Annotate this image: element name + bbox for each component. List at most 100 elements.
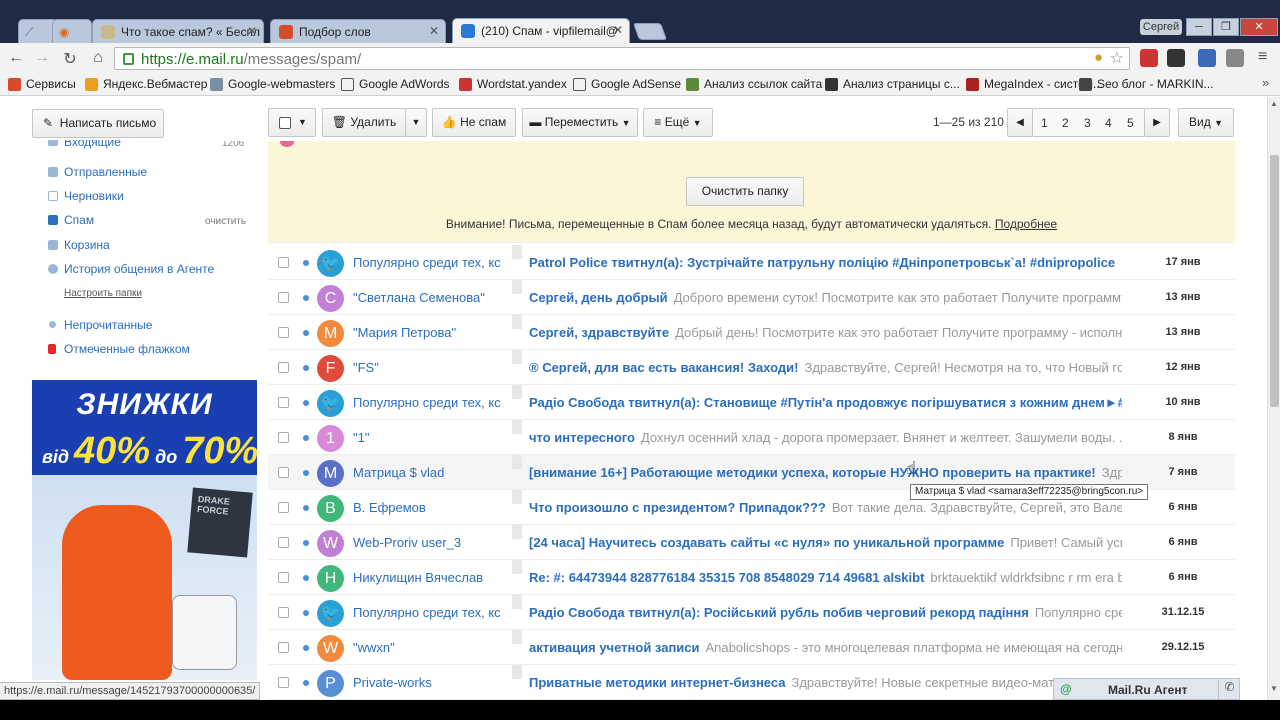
address-bar[interactable]: https://e.mail.ru/messages/spam/ ● ☆ [114, 47, 1130, 70]
unread-dot-icon[interactable] [303, 645, 309, 651]
message-subject[interactable]: Patrol Police твитнул(а): Зустрічайте па… [529, 255, 1122, 270]
new-tab-button[interactable] [632, 23, 668, 40]
back-icon[interactable]: ← [6, 49, 26, 67]
clear-spam-link[interactable]: очистить [205, 216, 246, 227]
sidebar-item-agent-history[interactable]: История общения в Агенте [48, 262, 214, 276]
message-checkbox[interactable] [278, 327, 289, 338]
unread-dot-icon[interactable] [303, 330, 309, 336]
message-row[interactable]: F "FS" ® Сергей, для вас есть вакансия! За… [268, 350, 1235, 385]
message-sender[interactable]: Популярно среди тех, кс [353, 395, 508, 410]
bookmark-yandex-webmaster[interactable]: Яндекс.Вебмастер [85, 77, 207, 91]
more-button[interactable]: ≡ Ещё ▼ [643, 108, 713, 137]
tab-mail-spam[interactable]: (210) Спам - vipfilemail@ ✕ [452, 18, 630, 43]
sidebar-item-drafts[interactable]: Черновики [48, 189, 124, 203]
flag-toggle[interactable] [512, 245, 522, 259]
flag-toggle[interactable] [512, 280, 522, 294]
minimize-button[interactable]: ─ [1186, 18, 1212, 36]
sidebar-item-inbox[interactable]: Входящие [48, 140, 121, 152]
settings-gear-icon[interactable] [1226, 49, 1244, 67]
page-scrollbar[interactable]: ▲ ▼ [1267, 97, 1280, 720]
message-sender[interactable]: Web-Proriv user_3 [353, 535, 508, 550]
more-bookmarks-icon[interactable]: » [1262, 75, 1269, 90]
page-2[interactable]: 2 [1062, 116, 1069, 130]
forward-icon[interactable]: → [32, 49, 52, 67]
bookmark-google-adsense[interactable]: Google AdSense [573, 77, 681, 91]
cookie-icon[interactable]: ● [1094, 49, 1103, 66]
phone-icon[interactable]: ✆ [1218, 680, 1240, 699]
extension-icon[interactable] [1198, 49, 1216, 67]
compose-button[interactable]: ✎ Написать письмо [32, 109, 164, 138]
flag-toggle[interactable] [512, 525, 522, 539]
extension-icon[interactable] [1140, 49, 1158, 67]
sidebar-item-trash[interactable]: Корзина [48, 238, 110, 252]
filter-unread[interactable]: Непрочитанные [48, 318, 152, 332]
not-spam-button[interactable]: 👍 Не спам [432, 108, 516, 137]
prev-page-button[interactable]: ◀ [1007, 108, 1033, 137]
menu-icon[interactable]: ≡ [1258, 48, 1267, 66]
message-subject[interactable]: [внимание 16+] Работающие методики успех… [529, 465, 1122, 480]
message-checkbox[interactable] [278, 362, 289, 373]
message-subject[interactable]: ® Сергей, для вас есть вакансия! Заходи!… [529, 360, 1122, 375]
message-subject[interactable]: Re: #: 64473944 828776184 35315 708 8548… [529, 570, 1122, 585]
message-subject[interactable]: Радіо Свобода твитнул(а): Становище #Пут… [529, 395, 1122, 410]
view-button[interactable]: Вид ▼ [1178, 108, 1234, 137]
unread-dot-icon[interactable] [303, 400, 309, 406]
tab-spam-article[interactable]: Что такое спам? « Беспл ✕ [92, 19, 264, 43]
message-subject[interactable]: что интересного Дохнул осенний хлад - дор… [529, 430, 1122, 445]
message-sender[interactable]: В. Ефремов [353, 500, 508, 515]
mail-agent-bar[interactable]: @ Mail.Ru Агент ✆ [1053, 678, 1240, 700]
message-checkbox[interactable] [278, 397, 289, 408]
message-row[interactable]: 🐦 Популярно среди тех, кс Patrol Police тв… [268, 245, 1235, 280]
bookmark-link-analysis[interactable]: Анализ ссылок сайта [686, 77, 822, 91]
message-subject[interactable]: Приватные методики интернет-бизнеса Здрав… [529, 675, 1122, 690]
unread-dot-icon[interactable] [303, 470, 309, 476]
message-row[interactable]: 🐦 Популярно среди тех, кс Радіо Свобода тв… [268, 595, 1235, 630]
message-sender[interactable]: Популярно среди тех, кс [353, 605, 508, 620]
page-3[interactable]: 3 [1084, 116, 1091, 130]
bookmark-google-adwords[interactable]: Google AdWords [341, 77, 450, 91]
maximize-button[interactable]: ❐ [1213, 18, 1239, 36]
message-sender[interactable]: Никулищин Вячеслав [353, 570, 508, 585]
unread-dot-icon[interactable] [303, 260, 309, 266]
unread-dot-icon[interactable] [303, 365, 309, 371]
reload-icon[interactable]: ↻ [60, 49, 80, 69]
scrollbar-thumb[interactable] [1270, 155, 1279, 407]
bookmark-page-analysis[interactable]: Анализ страницы с... [825, 77, 960, 91]
message-sender[interactable]: "Мария Петрова" [353, 325, 508, 340]
message-checkbox[interactable] [278, 257, 289, 268]
message-row[interactable]: С "Светлана Семенова" Сергей, день добрый Д… [268, 280, 1235, 315]
message-checkbox[interactable] [278, 292, 289, 303]
flag-toggle[interactable] [512, 630, 522, 644]
close-window-button[interactable]: ✕ [1240, 18, 1278, 36]
next-page-button[interactable]: ▶ [1144, 108, 1170, 137]
message-row[interactable]: W "wwxn" активация учетной записи Anabolics… [268, 630, 1235, 665]
message-subject[interactable]: активация учетной записи Anabolicshops - … [529, 640, 1122, 655]
message-checkbox[interactable] [278, 467, 289, 478]
bookmark-google-webmasters[interactable]: Google-webmasters [210, 77, 335, 91]
move-button[interactable]: ▬ Переместить ▼ [522, 108, 638, 137]
scroll-down-icon[interactable]: ▼ [1270, 684, 1278, 693]
flag-toggle[interactable] [512, 350, 522, 364]
close-tab-icon[interactable]: ✕ [429, 24, 439, 38]
message-checkbox[interactable] [278, 642, 289, 653]
message-sender[interactable]: "1" [353, 430, 508, 445]
close-tab-icon[interactable]: ✕ [247, 24, 257, 38]
message-row[interactable]: 1 "1" что интересного Дохнул осенний хлад -… [268, 420, 1235, 455]
unread-dot-icon[interactable] [303, 435, 309, 441]
extension-icon[interactable] [1167, 49, 1185, 67]
clear-folder-button[interactable]: Очистить папку [686, 177, 804, 206]
flag-toggle[interactable] [512, 420, 522, 434]
message-row[interactable]: Н Никулищин Вячеслав Re: #: 64473944 82877… [268, 560, 1235, 595]
flag-toggle[interactable] [512, 665, 522, 679]
message-subject[interactable]: [24 часа] Научитесь создавать сайты «с н… [529, 535, 1122, 550]
close-tab-icon[interactable]: ✕ [613, 23, 623, 37]
unread-dot-icon[interactable] [303, 575, 309, 581]
delete-button[interactable]: 🗑 Удалить [322, 108, 406, 137]
notice-more-link[interactable]: Подробнее [995, 217, 1057, 231]
message-row[interactable]: W Web-Proriv user_3 [24 часа] Научитесь со… [268, 525, 1235, 560]
tab-yandex-icon[interactable]: ◉ [52, 19, 92, 43]
select-all-checkbox[interactable]: ▼ [268, 108, 316, 137]
scroll-up-icon[interactable]: ▲ [1270, 99, 1278, 108]
message-sender[interactable]: "Светлана Семенова" [353, 290, 508, 305]
flag-toggle[interactable] [512, 455, 522, 469]
